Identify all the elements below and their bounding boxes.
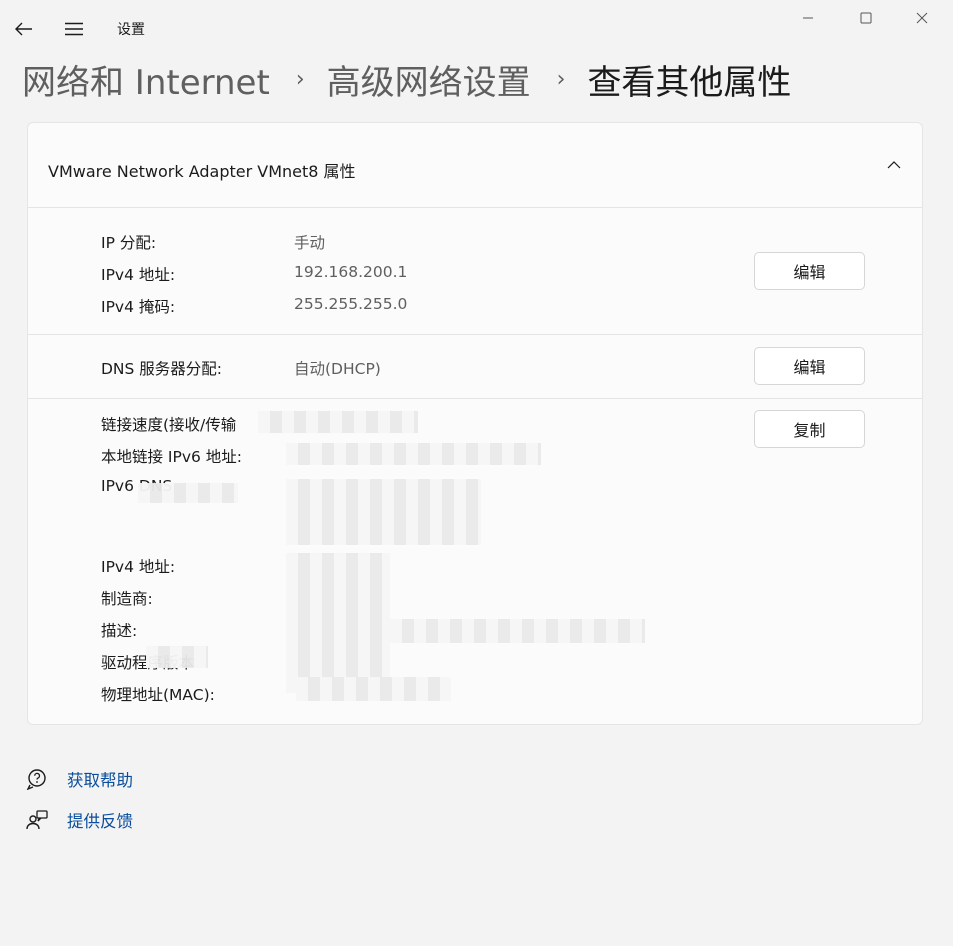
give-feedback-label[interactable]: 提供反馈 — [67, 808, 133, 832]
card-title: VMware Network Adapter VMnet8 属性 — [48, 162, 356, 181]
breadcrumb-advanced-network-settings[interactable]: 高级网络设置 — [327, 55, 531, 104]
redacted-region — [286, 553, 390, 693]
ipv4-address-value: 192.168.200.1 — [294, 263, 408, 281]
link-speed-label: 链接速度(接收/传输 — [101, 416, 237, 434]
adapter-details-section: 复制 链接速度(接收/传输 本地链接 IPv6 地址: IPv6 DNS IPv… — [28, 399, 922, 723]
mac-address-label: 物理地址(MAC): — [101, 686, 215, 704]
redacted-region — [296, 677, 451, 701]
title-bar: 设置 — [0, 0, 953, 56]
edit-ip-button[interactable]: 编辑 — [754, 252, 865, 290]
help-chat-icon — [25, 767, 49, 791]
description-label: 描述: — [101, 622, 138, 640]
redacted-region — [138, 483, 238, 503]
ipv4-mask-value: 255.255.255.0 — [294, 295, 408, 313]
dns-assignment-label: DNS 服务器分配: — [101, 360, 223, 378]
redacted-region — [146, 646, 208, 668]
maximize-icon — [860, 12, 872, 24]
redacted-region — [286, 443, 541, 465]
card-header[interactable]: VMware Network Adapter VMnet8 属性 — [28, 123, 922, 208]
chevron-up-icon — [887, 161, 901, 169]
maximize-button[interactable] — [846, 4, 886, 32]
feedback-icon — [25, 808, 49, 832]
close-icon — [916, 12, 928, 24]
back-arrow-icon — [15, 22, 32, 36]
ip-assignment-label: IP 分配: — [101, 234, 157, 252]
minimize-button[interactable] — [788, 4, 828, 32]
breadcrumb: 网络和 Internet › 高级网络设置 › 查看其他属性 — [22, 55, 792, 104]
redacted-region — [390, 619, 645, 643]
breadcrumb-separator: › — [556, 66, 566, 92]
ip-assignment-section: IP 分配: 手动 IPv4 地址: 192.168.200.1 IPv4 掩码… — [28, 208, 922, 335]
copy-button[interactable]: 复制 — [754, 410, 865, 448]
ipv4-address-detail-label: IPv4 地址: — [101, 558, 176, 576]
collapse-button[interactable] — [880, 153, 908, 177]
minimize-icon — [803, 17, 813, 19]
manufacturer-label: 制造商: — [101, 590, 153, 608]
get-help-link[interactable]: 获取帮助 — [25, 766, 133, 792]
redacted-region — [286, 479, 481, 545]
ipv4-mask-label: IPv4 掩码: — [101, 298, 176, 316]
ip-assignment-value: 手动 — [294, 234, 326, 252]
navigation-menu-button[interactable] — [60, 16, 88, 42]
dns-assignment-section: DNS 服务器分配: 自动(DHCP) 编辑 — [28, 335, 922, 399]
close-button[interactable] — [902, 4, 942, 32]
page-title: 查看其他属性 — [587, 62, 792, 103]
hamburger-menu-icon — [65, 22, 83, 36]
edit-dns-button[interactable]: 编辑 — [754, 347, 865, 385]
give-feedback-link[interactable]: 提供反馈 — [25, 807, 133, 833]
adapter-properties-card: VMware Network Adapter VMnet8 属性 IP 分配: … — [27, 122, 923, 725]
breadcrumb-separator: › — [295, 66, 305, 92]
app-title: 设置 — [117, 22, 145, 38]
back-button[interactable] — [10, 16, 38, 42]
dns-assignment-value: 自动(DHCP) — [294, 360, 381, 378]
redacted-region — [258, 411, 418, 433]
get-help-label[interactable]: 获取帮助 — [67, 767, 133, 791]
ipv4-address-label: IPv4 地址: — [101, 266, 176, 284]
help-links: 获取帮助 提供反馈 — [25, 766, 133, 848]
link-local-ipv6-label: 本地链接 IPv6 地址: — [101, 448, 243, 466]
breadcrumb-network-internet[interactable]: 网络和 Internet — [22, 55, 270, 104]
